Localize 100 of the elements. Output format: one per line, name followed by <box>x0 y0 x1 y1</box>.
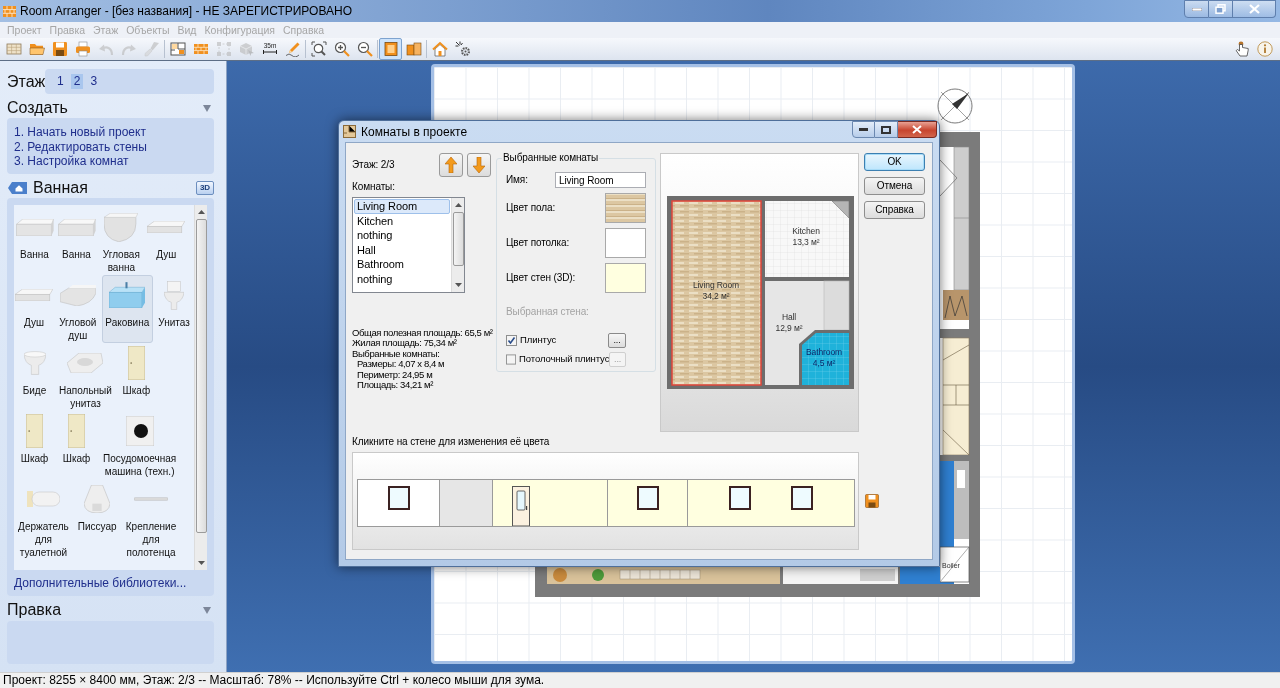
summary-text: Жилая площадь: 75,34 м² <box>352 338 457 349</box>
cabinet-icon <box>68 414 85 448</box>
room-shape[interactable] <box>671 200 762 386</box>
field-label: Цвет потолка: <box>506 237 570 249</box>
list-item[interactable]: Hall <box>354 242 450 258</box>
color-swatch[interactable] <box>605 263 646 293</box>
window-icon <box>387 486 410 510</box>
dialog-button[interactable]: Справка <box>864 201 925 219</box>
library-item[interactable]: Посудомоечная машина (техн.) <box>98 411 182 479</box>
floor-tab[interactable]: 1 <box>54 74 67 89</box>
library-item[interactable]: Угловой душ <box>55 275 101 343</box>
close-button[interactable] <box>1233 0 1276 18</box>
library-item[interactable]: Унитаз <box>154 275 194 343</box>
close-button[interactable] <box>898 121 937 138</box>
corner-shower-icon <box>59 284 96 306</box>
library-item[interactable]: Писсуар <box>73 479 121 560</box>
texture-swatch[interactable] <box>605 193 646 223</box>
room-shape[interactable] <box>802 333 849 385</box>
sidebar-link[interactable]: 1. Начать новый проект <box>14 125 146 140</box>
section-title: Создать <box>7 99 68 117</box>
cabinet-icon <box>26 414 43 448</box>
room-label: Living Room 34,2 м² <box>692 280 740 301</box>
scroll-down-icon[interactable] <box>454 283 462 287</box>
library-item[interactable]: Напольный унитаз <box>56 343 115 411</box>
scroll-down-icon[interactable] <box>197 561 205 565</box>
room-shape[interactable] <box>765 201 849 277</box>
rooms-label: Комнаты: <box>352 182 395 192</box>
library-item[interactable]: Держатель для туалетной <box>14 479 73 560</box>
library-item[interactable]: Раковина <box>101 275 153 343</box>
corner-cabinet-shape <box>831 200 850 219</box>
bathtub-icon <box>15 218 54 236</box>
floor-indicator: Этаж: 2/3 <box>352 159 396 171</box>
scroll-up-icon[interactable] <box>197 210 205 214</box>
compass-icon <box>936 87 974 125</box>
scrollbar[interactable] <box>451 198 464 292</box>
close-icon <box>1248 4 1260 14</box>
library-item[interactable]: Крепление для полотенца <box>121 479 181 560</box>
scrollbar[interactable] <box>194 205 207 570</box>
corner-bathtub-icon <box>104 212 139 242</box>
shower-tray-icon <box>15 289 53 301</box>
minimize-button[interactable] <box>852 121 875 138</box>
window-title: Room Arranger - [без названия] - НЕ ЗАРЕГИСТРИРОВАНО <box>20 4 353 18</box>
washing-machine-icon <box>125 416 154 446</box>
bidet-icon <box>23 351 46 375</box>
hint-text: Кликните на стене для изменения её цвета <box>352 437 551 447</box>
list-item[interactable]: Bathroom <box>354 257 450 272</box>
floor-label: Этаж <box>7 72 45 91</box>
closet-shape <box>823 280 850 331</box>
checkbox-label: Плинтус <box>520 334 557 346</box>
sink-icon <box>109 282 146 308</box>
urinal-icon <box>84 485 111 513</box>
selection-detail: Размеры: 4,07 x 8,4 м <box>357 359 445 370</box>
floor-tab[interactable]: 3 <box>87 74 101 89</box>
room-label: Kitchen 13,3 м² <box>792 226 820 247</box>
collapse-icon[interactable] <box>203 606 211 614</box>
dialog-button[interactable]: OK <box>864 153 925 171</box>
color-swatch[interactable] <box>605 228 646 258</box>
library-item[interactable]: Душ <box>145 207 187 275</box>
list-item[interactable]: nothing <box>354 228 450 243</box>
restore-icon <box>1215 4 1226 14</box>
status-bar: Проект: 8255 × 8400 мм, Этаж: 2/3 -- Масштаб: 78% -- Используйте Ctrl + колесо мыши для зума. <box>0 672 1280 688</box>
list-item[interactable]: Living Room <box>354 199 450 214</box>
sidebar-link[interactable]: 3. Настройка комнат <box>14 154 129 169</box>
floor-tab[interactable]: 2 <box>70 74 84 89</box>
section-title: Ванная <box>33 179 88 197</box>
view-3d-button[interactable]: 3D <box>196 181 214 195</box>
list-item[interactable]: nothing <box>354 271 450 287</box>
restore-button[interactable] <box>1209 0 1233 18</box>
library-item[interactable]: Угловая ванна <box>98 207 145 275</box>
library-item[interactable]: Биде <box>14 343 55 411</box>
settings-button[interactable]: ... <box>608 332 626 348</box>
minimize-icon <box>859 128 868 131</box>
section-title: Правка <box>7 601 62 619</box>
checkbox[interactable] <box>506 334 517 346</box>
library-link[interactable]: Дополнительные библиотеки... <box>14 576 187 590</box>
up-arrow-icon <box>445 157 457 173</box>
group-title: Выбранные комнаты <box>502 153 600 163</box>
library-item[interactable]: Шкаф <box>14 411 55 479</box>
library-item[interactable]: Ванна <box>56 207 97 275</box>
house-tag-icon[interactable] <box>8 182 27 194</box>
library-item[interactable]: Шкаф <box>56 411 97 479</box>
selection-heading: Выбранные комнаты: <box>352 348 440 360</box>
collapse-icon[interactable] <box>203 104 211 112</box>
maximize-button[interactable] <box>875 121 898 138</box>
library-item[interactable]: Ванна <box>14 207 55 275</box>
field-label: Цвет пола: <box>506 202 556 214</box>
move-up-button[interactable] <box>439 153 463 177</box>
checkbox[interactable] <box>506 353 517 365</box>
name-field[interactable]: Living Room <box>555 172 646 188</box>
library-item[interactable]: Душ <box>14 275 54 343</box>
cabinet-icon <box>127 346 145 380</box>
scroll-up-icon[interactable] <box>454 203 462 207</box>
sidebar-link[interactable]: 2. Редактировать стены <box>14 139 147 154</box>
list-item[interactable]: Kitchen <box>354 213 450 229</box>
wall-segment[interactable] <box>358 479 440 527</box>
towel-rail-icon <box>134 497 168 501</box>
dialog-button[interactable]: Отмена <box>864 177 925 195</box>
room-label: Bathroom 4,5 м² <box>805 347 843 368</box>
library-item[interactable]: Шкаф <box>115 343 157 411</box>
move-down-button[interactable] <box>467 153 491 177</box>
